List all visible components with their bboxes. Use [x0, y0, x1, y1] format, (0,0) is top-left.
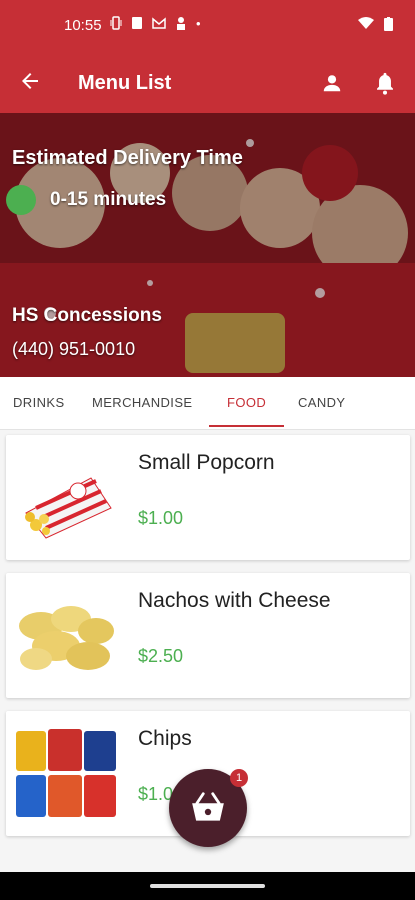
- bell-icon[interactable]: [374, 71, 396, 95]
- more-notifications-dot: •: [196, 16, 201, 31]
- item-price: $2.50: [138, 646, 184, 666]
- active-tab-indicator: [209, 425, 284, 427]
- status-bar: 10:55 •: [0, 0, 415, 55]
- category-tabs: DRINKS MERCHANDISE FOOD CANDY: [0, 377, 415, 430]
- battery-icon: [384, 17, 393, 31]
- status-time: 10:55: [64, 17, 102, 34]
- tab-candy[interactable]: CANDY: [298, 395, 346, 410]
- page-title: Menu List: [78, 72, 172, 94]
- tab-drinks[interactable]: DRINKS: [13, 395, 65, 410]
- tab-food[interactable]: FOOD: [227, 395, 266, 410]
- item-price: $1.00: [138, 508, 184, 528]
- tab-merchandise[interactable]: MERCHANDISE: [92, 395, 192, 410]
- notification-icons: •: [110, 16, 201, 31]
- system-icons: [358, 17, 393, 31]
- venue-banner: Estimated Delivery Time 0-15 minutes HS …: [0, 113, 415, 377]
- nachos-image: [16, 591, 116, 679]
- vibrate-icon: [110, 16, 122, 30]
- system-nav-bar: [0, 872, 415, 900]
- user-icon[interactable]: [321, 72, 343, 94]
- venue-phone[interactable]: (440) 951-0010: [12, 339, 135, 360]
- wifi-icon: [358, 17, 374, 29]
- square-notification-icon: [132, 17, 142, 29]
- gmail-icon: [152, 17, 166, 29]
- menu-item-card[interactable]: Nachos with Cheese $2.50: [6, 573, 410, 698]
- item-name: Nachos with Cheese: [138, 589, 331, 612]
- menu-item-card[interactable]: Small Popcorn $1.00: [6, 435, 410, 560]
- item-name: Small Popcorn: [138, 451, 275, 474]
- home-gesture-handle[interactable]: [150, 884, 265, 888]
- popcorn-image: [16, 453, 116, 541]
- delivery-time-value: 0-15 minutes: [50, 189, 167, 210]
- basket-icon: [192, 792, 224, 821]
- item-name: Chips: [138, 727, 192, 750]
- chips-image: [16, 729, 116, 817]
- arrow-left-icon[interactable]: [18, 69, 42, 93]
- cart-count-badge: 1: [230, 769, 248, 787]
- delivery-status-dot: [6, 185, 36, 215]
- delivery-time-label: Estimated Delivery Time: [12, 147, 243, 169]
- person-notification-icon: [177, 17, 185, 30]
- app-bar: Menu List: [0, 55, 415, 113]
- venue-name: HS Concessions: [12, 305, 162, 326]
